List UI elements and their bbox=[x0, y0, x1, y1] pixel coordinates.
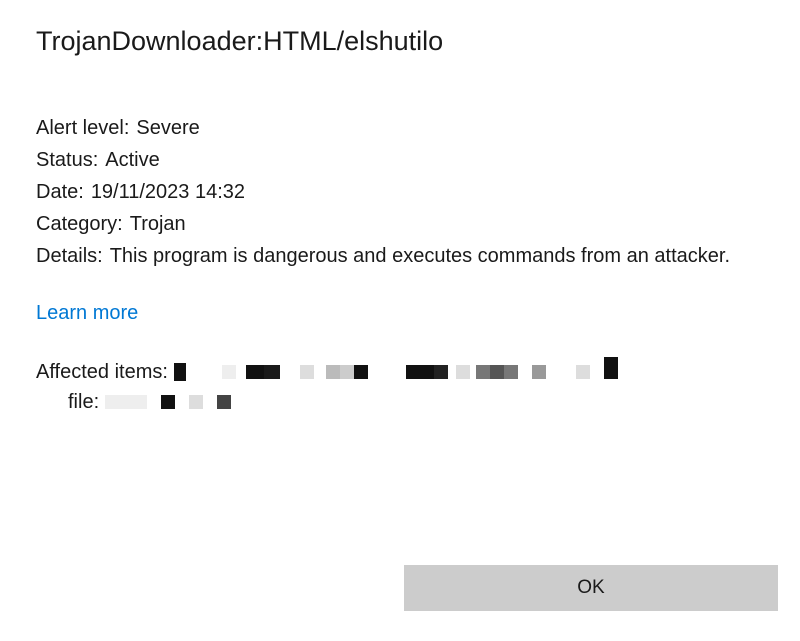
redacted-path bbox=[174, 361, 618, 383]
details-label: Details: bbox=[36, 240, 103, 272]
redacted-file-path bbox=[105, 395, 231, 409]
affected-items-row: Affected items: bbox=[36, 357, 764, 387]
status-label: Status: bbox=[36, 144, 98, 176]
ok-button[interactable]: OK bbox=[404, 565, 778, 611]
category-label: Category: bbox=[36, 208, 123, 240]
alert-level-row: Alert level: Severe bbox=[36, 112, 764, 144]
date-value: 19/11/2023 14:32 bbox=[91, 176, 764, 208]
dialog-title: TrojanDownloader:HTML/elshutilo bbox=[0, 0, 800, 57]
button-row: OK bbox=[404, 565, 778, 611]
alert-level-value: Severe bbox=[136, 112, 764, 144]
file-row: file: bbox=[36, 387, 764, 417]
details-row: Details: This program is dangerous and e… bbox=[36, 240, 764, 272]
category-value: Trojan bbox=[130, 208, 764, 240]
affected-items-section: Affected items: bbox=[36, 357, 764, 417]
status-row: Status: Active bbox=[36, 144, 764, 176]
status-value: Active bbox=[105, 144, 764, 176]
alert-level-label: Alert level: bbox=[36, 112, 129, 144]
category-row: Category: Trojan bbox=[36, 208, 764, 240]
details-value: This program is dangerous and executes c… bbox=[110, 240, 750, 272]
dialog-content: Alert level: Severe Status: Active Date:… bbox=[0, 57, 800, 417]
learn-more-link[interactable]: Learn more bbox=[36, 302, 138, 325]
date-row: Date: 19/11/2023 14:32 bbox=[36, 176, 764, 208]
file-label: file: bbox=[68, 387, 99, 417]
affected-items-label: Affected items: bbox=[36, 357, 168, 387]
date-label: Date: bbox=[36, 176, 84, 208]
